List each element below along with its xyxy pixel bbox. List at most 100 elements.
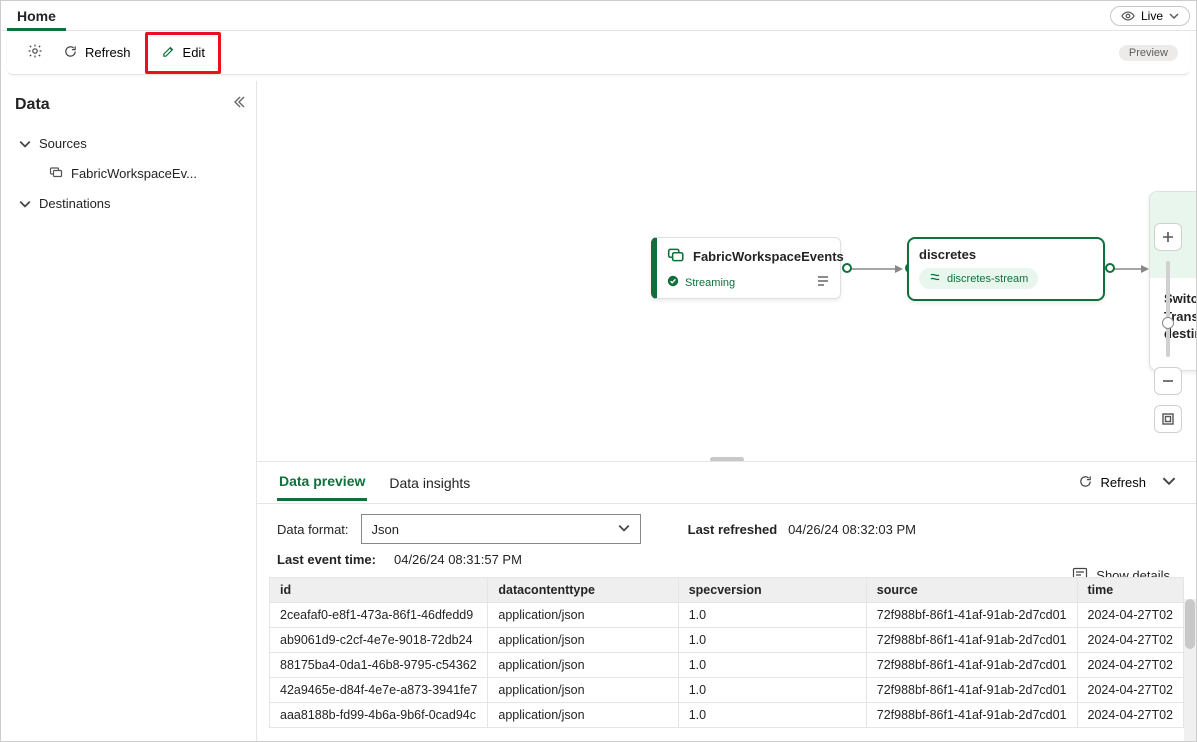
edge-source-to-stream <box>847 261 909 277</box>
sidebar: Data Sources FabricWorkspaceEv... <box>1 81 257 741</box>
scrollbar-thumb[interactable] <box>1185 599 1195 649</box>
node-stream[interactable]: discretes discretes-stream <box>907 237 1105 301</box>
port-stream-out[interactable] <box>1105 263 1115 273</box>
cell-id: 42a9465e-d84f-4e7e-a873-3941fe7 <box>270 678 488 703</box>
cell-id: 2ceafaf0-e8f1-473a-86f1-46dfedd9 <box>270 603 488 628</box>
cell-datacontenttype: application/json <box>488 653 678 678</box>
table-scrollbar[interactable] <box>1184 599 1196 741</box>
source-item-label: FabricWorkspaceEv... <box>71 166 197 181</box>
canvas[interactable]: FabricWorkspaceEvents Streaming <box>257 81 1196 461</box>
cell-specversion: 1.0 <box>678 603 866 628</box>
refresh-label: Refresh <box>85 45 131 60</box>
table-row[interactable]: aaa8188b-fd99-4b6a-9b6f-0cad94capplicati… <box>270 703 1184 728</box>
tab-data-insights[interactable]: Data insights <box>387 466 472 500</box>
col-source[interactable]: source <box>866 578 1077 603</box>
panel-resize-handle[interactable] <box>710 457 744 461</box>
tab-bar: Home Live <box>1 1 1196 31</box>
last-refreshed-label: Last refreshed <box>688 522 778 537</box>
preview-badge: Preview <box>1119 45 1178 61</box>
table-row[interactable]: 88175ba4-0da1-46b8-9795-c54362applicatio… <box>270 653 1184 678</box>
cell-specversion: 1.0 <box>678 628 866 653</box>
eye-icon <box>1121 9 1135 23</box>
last-refreshed: Last refreshed 04/26/24 08:32:03 PM <box>688 522 1176 537</box>
cell-id: 88175ba4-0da1-46b8-9795-c54362 <box>270 653 488 678</box>
last-event-label: Last event time: <box>277 552 376 567</box>
sidebar-item-source[interactable]: FabricWorkspaceEv... <box>15 159 246 188</box>
sidebar-section-destinations[interactable]: Destinations <box>15 188 246 219</box>
menu-icon[interactable] <box>816 275 830 290</box>
table-row[interactable]: 2ceafaf0-e8f1-473a-86f1-46dfedd9applicat… <box>270 603 1184 628</box>
cell-specversion: 1.0 <box>678 678 866 703</box>
cell-datacontenttype: application/json <box>488 703 678 728</box>
tab-data-preview[interactable]: Data preview <box>277 464 367 501</box>
source-node-title: FabricWorkspaceEvents <box>693 249 844 264</box>
main: FabricWorkspaceEvents Streaming <box>257 81 1196 741</box>
workspace-icon <box>49 165 63 182</box>
chevron-down-icon <box>1169 11 1179 21</box>
cell-time: 2024-04-27T02 <box>1077 653 1184 678</box>
cell-source: 72f988bf-86f1-41af-91ab-2d7cd01 <box>866 703 1077 728</box>
stream-node-title: discretes <box>919 247 1093 262</box>
refresh-button[interactable]: Refresh <box>53 38 141 68</box>
table-row[interactable]: ab9061d9-c2cf-4e7e-9018-72db24applicatio… <box>270 628 1184 653</box>
preview-tabs: Data preview Data insights Refresh <box>257 462 1196 504</box>
preview-subline: Last event time: 04/26/24 08:31:57 PM Sh… <box>257 548 1196 577</box>
destinations-label: Destinations <box>39 196 111 211</box>
cell-time: 2024-04-27T02 <box>1077 628 1184 653</box>
cell-datacontenttype: application/json <box>488 603 678 628</box>
chevron-down-icon <box>618 522 630 537</box>
gear-icon <box>27 43 43 62</box>
sources-label: Sources <box>39 136 87 151</box>
data-format-label: Data format: <box>277 522 349 537</box>
col-time[interactable]: time <box>1077 578 1184 603</box>
stream-pill: discretes-stream <box>919 268 1038 289</box>
zoom-slider-thumb[interactable] <box>1162 317 1174 329</box>
live-mode-dropdown[interactable]: Live <box>1110 6 1190 26</box>
cell-id: ab9061d9-c2cf-4e7e-9018-72db24 <box>270 628 488 653</box>
edit-button-highlight: Edit <box>145 32 221 74</box>
edit-icon <box>161 44 176 62</box>
zoom-controls <box>1154 223 1182 433</box>
node-source[interactable]: FabricWorkspaceEvents Streaming <box>651 237 841 299</box>
tab-home[interactable]: Home <box>7 1 66 31</box>
preview-table-wrap: id datacontenttype specversion source ti… <box>257 577 1196 741</box>
last-event-value: 04/26/24 08:31:57 PM <box>388 552 522 567</box>
app-root: Home Live Refresh <box>0 0 1197 742</box>
workspace-icon <box>667 246 685 267</box>
refresh-icon <box>63 44 78 62</box>
col-specversion[interactable]: specversion <box>678 578 866 603</box>
live-label: Live <box>1141 9 1163 23</box>
zoom-fit-button[interactable] <box>1154 405 1182 433</box>
collapse-sidebar-icon[interactable] <box>232 95 246 114</box>
preview-panel: Data preview Data insights Refresh <box>257 461 1196 741</box>
settings-button[interactable] <box>17 37 53 68</box>
cell-specversion: 1.0 <box>678 703 866 728</box>
table-row[interactable]: 42a9465e-d84f-4e7e-a873-3941fe7applicati… <box>270 678 1184 703</box>
chevron-down-icon <box>19 198 31 210</box>
data-format-value: Json <box>372 522 399 537</box>
edit-button[interactable]: Edit <box>151 38 215 68</box>
sidebar-section-sources[interactable]: Sources <box>15 128 246 159</box>
cell-time: 2024-04-27T02 <box>1077 703 1184 728</box>
cell-datacontenttype: application/json <box>488 678 678 703</box>
preview-refresh-button[interactable]: Refresh <box>1072 470 1152 496</box>
chevron-down-icon[interactable] <box>1162 474 1176 491</box>
table-header-row: id datacontenttype specversion source ti… <box>270 578 1184 603</box>
body: Data Sources FabricWorkspaceEv... <box>1 81 1196 741</box>
port-source-out[interactable] <box>842 263 852 273</box>
zoom-slider[interactable] <box>1166 261 1170 357</box>
col-datacontenttype[interactable]: datacontenttype <box>488 578 678 603</box>
data-format-select[interactable]: Json <box>361 514 641 544</box>
cell-datacontenttype: application/json <box>488 628 678 653</box>
col-id[interactable]: id <box>270 578 488 603</box>
cell-source: 72f988bf-86f1-41af-91ab-2d7cd01 <box>866 628 1077 653</box>
sidebar-title: Data <box>15 96 50 114</box>
cell-specversion: 1.0 <box>678 653 866 678</box>
cell-time: 2024-04-27T02 <box>1077 678 1184 703</box>
zoom-in-button[interactable] <box>1154 223 1182 251</box>
last-refreshed-value: 04/26/24 08:32:03 PM <box>788 522 916 537</box>
source-status: Streaming <box>685 277 735 289</box>
zoom-out-button[interactable] <box>1154 367 1182 395</box>
refresh-icon <box>1078 474 1093 492</box>
cell-time: 2024-04-27T02 <box>1077 603 1184 628</box>
